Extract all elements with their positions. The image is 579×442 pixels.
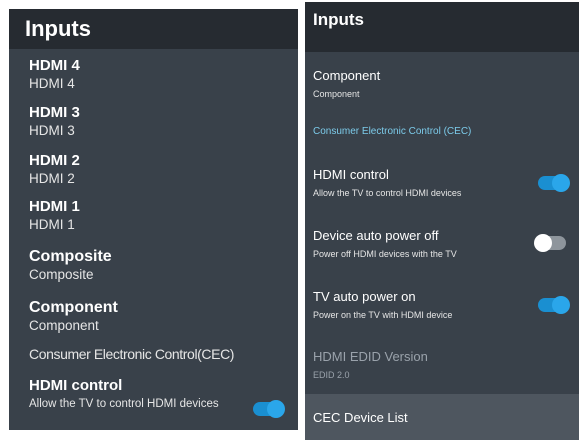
tv-auto-power-on-toggle[interactable] xyxy=(538,296,570,314)
input-name: HDMI 1 xyxy=(29,198,80,215)
setting-description: Power off HDMI devices with the TV xyxy=(313,249,457,259)
hdmi-control-setting[interactable]: HDMI control Allow the TV to control HDM… xyxy=(313,167,571,200)
cec-label: Consumer Electronic Control(CEC) xyxy=(29,346,235,362)
cec-section-header: Consumer Electronic Control (CEC) xyxy=(313,126,571,137)
left-title-bar: Inputs xyxy=(9,9,298,49)
input-component[interactable]: Component Component xyxy=(29,299,286,335)
setting-title: TV auto power on xyxy=(313,289,416,304)
input-hdmi-3[interactable]: HDMI 3 HDMI 3 xyxy=(29,104,286,140)
cec-device-list-item[interactable]: CEC Device List xyxy=(305,394,579,440)
toggle-knob xyxy=(267,400,285,418)
hdmi-control-toggle[interactable] xyxy=(538,174,570,192)
cec-device-list-label: CEC Device List xyxy=(313,410,408,425)
left-page-title: Inputs xyxy=(25,16,91,41)
hdmi-control-toggle[interactable] xyxy=(253,400,285,418)
setting-value: EDID 2.0 xyxy=(313,370,350,380)
setting-description: Allow the TV to control HDMI devices xyxy=(313,188,462,198)
setting-title: HDMI control xyxy=(29,377,123,394)
right-inputs-screen: Inputs Component Component Consumer Elec… xyxy=(305,2,579,440)
toggle-knob xyxy=(534,234,552,252)
input-label: Component xyxy=(29,318,99,333)
setting-title: HDMI EDID Version xyxy=(313,349,428,364)
input-name: Composite xyxy=(29,248,112,265)
section-title: Consumer Electronic Control (CEC) xyxy=(313,126,472,137)
input-label: Component xyxy=(313,89,360,99)
device-auto-power-off-toggle[interactable] xyxy=(534,234,566,252)
setting-title: Device auto power off xyxy=(313,228,439,243)
input-label: HDMI 3 xyxy=(29,123,75,138)
device-auto-power-off-setting[interactable]: Device auto power off Power off HDMI dev… xyxy=(313,228,571,261)
toggle-knob xyxy=(552,296,570,314)
hdmi-edid-version-setting: HDMI EDID Version EDID 2.0 xyxy=(313,349,571,382)
input-hdmi-1[interactable]: HDMI 1 HDMI 1 xyxy=(29,198,286,234)
setting-description: Power on the TV with HDMI device xyxy=(313,310,453,320)
input-name: Component xyxy=(313,68,381,83)
input-label: HDMI 1 xyxy=(29,217,75,232)
toggle-knob xyxy=(552,174,570,192)
cec-item[interactable]: Consumer Electronic Control(CEC) xyxy=(29,346,286,362)
input-name: HDMI 4 xyxy=(29,57,80,74)
left-inputs-screen: Inputs HDMI 4 HDMI 4 HDMI 3 HDMI 3 HDMI … xyxy=(9,9,298,430)
input-name: HDMI 3 xyxy=(29,104,80,121)
tv-auto-power-on-setting[interactable]: TV auto power on Power on the TV with HD… xyxy=(313,289,571,322)
input-hdmi-4[interactable]: HDMI 4 HDMI 4 xyxy=(29,57,286,93)
input-composite[interactable]: Composite Composite xyxy=(29,248,286,284)
input-component[interactable]: Component Component xyxy=(313,68,571,101)
setting-description: Allow the TV to control HDMI devices xyxy=(29,398,219,410)
input-name: Component xyxy=(29,299,118,316)
setting-title: HDMI control xyxy=(313,167,389,182)
right-title-bar: Inputs xyxy=(305,2,579,52)
input-name: HDMI 2 xyxy=(29,152,80,169)
input-label: HDMI 2 xyxy=(29,171,75,186)
input-hdmi-2[interactable]: HDMI 2 HDMI 2 xyxy=(29,152,286,188)
hdmi-control-setting[interactable]: HDMI control Allow the TV to control HDM… xyxy=(29,377,286,413)
input-label: HDMI 4 xyxy=(29,76,75,91)
right-page-title: Inputs xyxy=(313,10,364,29)
input-label: Composite xyxy=(29,267,94,282)
